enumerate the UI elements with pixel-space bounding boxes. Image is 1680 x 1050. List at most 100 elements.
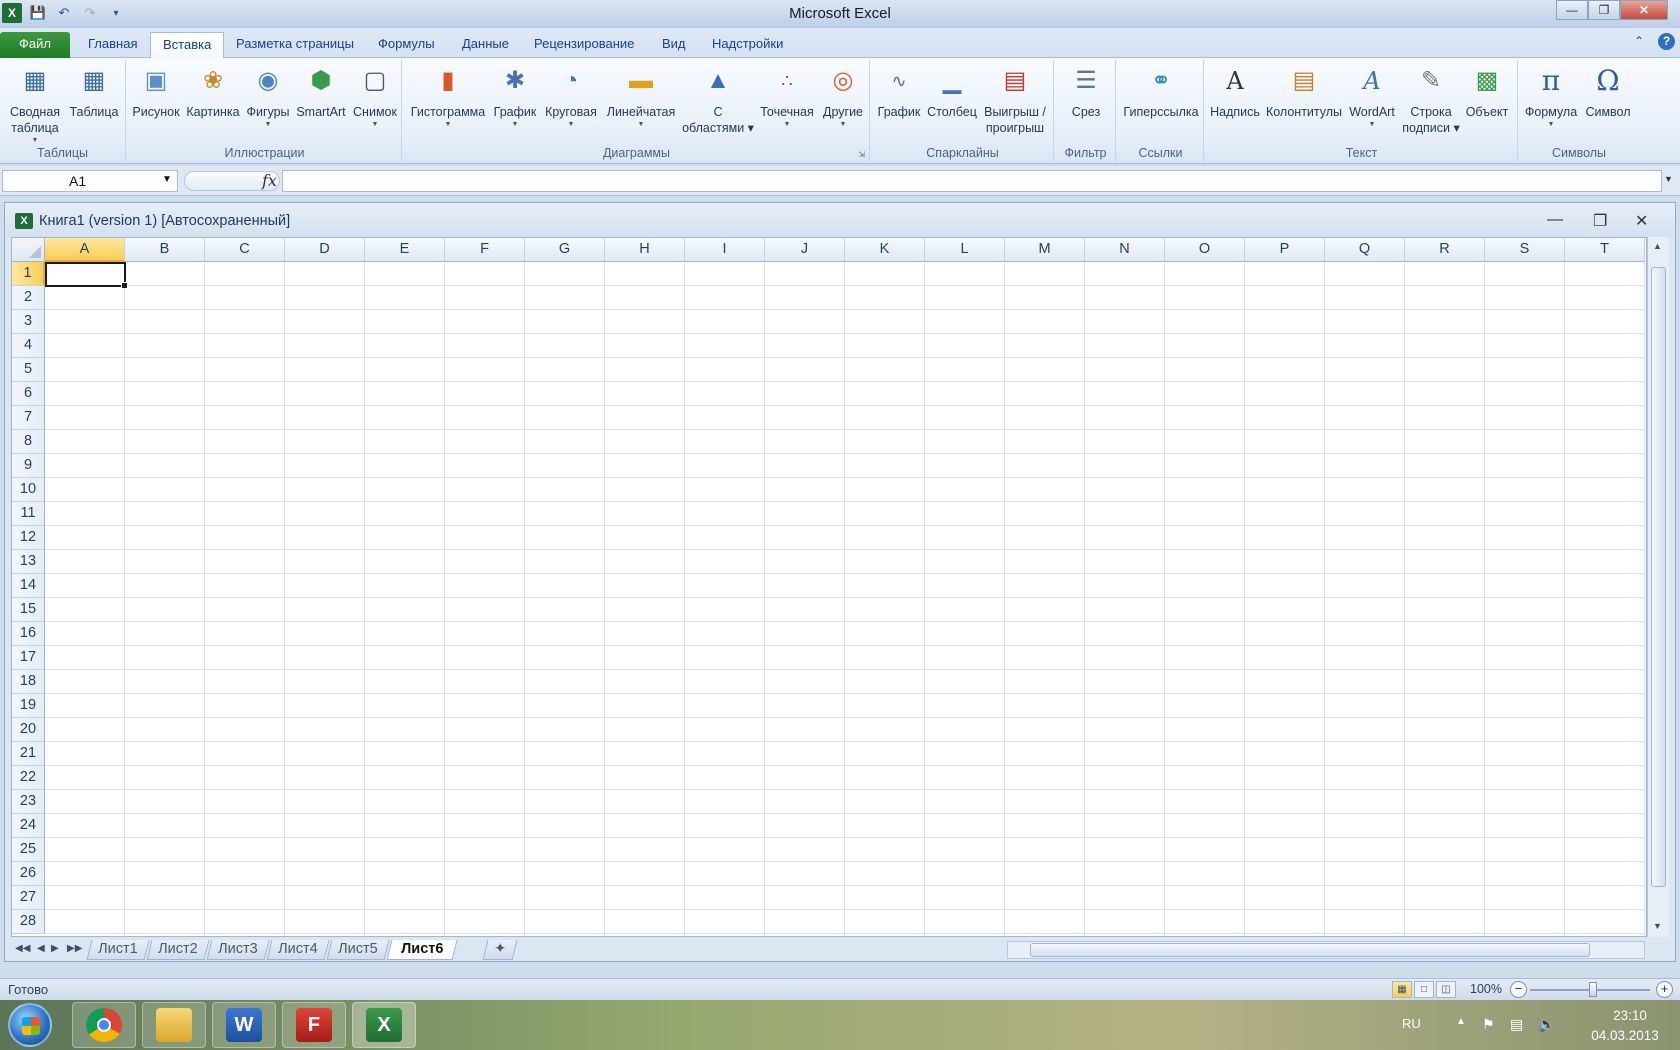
row-header-15[interactable]: 15 <box>12 598 45 622</box>
row-header-2[interactable]: 2 <box>12 286 45 310</box>
row-header-18[interactable]: 18 <box>12 670 45 694</box>
row-header-20[interactable]: 20 <box>12 718 45 742</box>
tab-review[interactable]: Рецензирование <box>522 32 646 58</box>
row-header-21[interactable]: 21 <box>12 742 45 766</box>
sheet-tab-5[interactable]: Лист5 <box>326 940 390 960</box>
column-header-g[interactable]: G <box>525 238 605 262</box>
tab-insert[interactable]: Вставка <box>150 32 225 58</box>
scroll-down-icon[interactable]: ▼ <box>1653 921 1662 931</box>
clock-date[interactable]: 04.03.2013 <box>1580 1028 1670 1043</box>
tab-home[interactable]: Главная <box>76 32 149 58</box>
column-header-d[interactable]: D <box>285 238 365 262</box>
sparkline-line-button[interactable]: ∿ График <box>874 62 924 120</box>
bar-chart-button[interactable]: ▬ Линейчатая ▼ <box>602 62 680 130</box>
name-box[interactable]: A1 <box>2 170 178 192</box>
row-header-23[interactable]: 23 <box>12 790 45 814</box>
minimize-button[interactable]: — <box>1556 0 1588 20</box>
tab-view[interactable]: Вид <box>650 32 698 58</box>
workbook-restore-button[interactable]: ❐ <box>1593 211 1607 231</box>
insert-function-button[interactable]: fx <box>262 171 277 190</box>
sparkline-column-button[interactable]: ▁ Столбец <box>924 62 980 120</box>
row-header-9[interactable]: 9 <box>12 454 45 478</box>
column-header-j[interactable]: J <box>765 238 845 262</box>
scroll-up-icon[interactable]: ▲ <box>1653 241 1662 251</box>
prev-sheet-icon[interactable]: ◀ <box>37 943 45 954</box>
network-icon[interactable]: ▤ <box>1510 1016 1523 1033</box>
tab-addins[interactable]: Надстройки <box>700 32 795 58</box>
row-header-10[interactable]: 10 <box>12 478 45 502</box>
column-header-s[interactable]: S <box>1485 238 1565 262</box>
other-charts-button[interactable]: ◎ Другие ▼ <box>818 62 868 130</box>
row-header-25[interactable]: 25 <box>12 838 45 862</box>
sheet-tab-1[interactable]: Лист1 <box>86 940 150 960</box>
help-icon[interactable]: ? <box>1658 33 1675 50</box>
row-header-16[interactable]: 16 <box>12 622 45 646</box>
start-button[interactable] <box>8 1003 52 1047</box>
tab-data[interactable]: Данные <box>450 32 521 58</box>
spreadsheet-grid[interactable]: ABCDEFGHIJKLMNOPQRST 1 2 3 4 5 6 7 8 9 10 11 12 13 14… <box>11 237 1647 937</box>
row-header-19[interactable]: 19 <box>12 694 45 718</box>
maximize-button[interactable]: ❐ <box>1588 0 1620 20</box>
tab-file[interactable]: Файл <box>0 32 70 58</box>
column-header-n[interactable]: N <box>1085 238 1165 262</box>
clock-time[interactable]: 23:10 <box>1590 1008 1670 1023</box>
symbol-button[interactable]: Ω Символ <box>1580 62 1636 120</box>
zoom-level[interactable]: 100% <box>1470 982 1502 996</box>
sheet-tab-3[interactable]: Лист3 <box>206 940 270 960</box>
vertical-scrollbar[interactable]: ▲ ▼ <box>1647 237 1669 937</box>
pivot-table-button[interactable]: ▦ Сводная таблица ▼ <box>4 62 66 146</box>
row-header-7[interactable]: 7 <box>12 406 45 430</box>
column-header-l[interactable]: L <box>925 238 1005 262</box>
row-header-28[interactable]: 28 <box>12 910 45 934</box>
column-header-a[interactable]: A <box>45 238 125 262</box>
area-chart-button[interactable]: ▲ С областями ▾ <box>680 62 756 136</box>
taskbar-excel[interactable]: X <box>352 1002 416 1048</box>
tab-formulas[interactable]: Формулы <box>366 32 447 58</box>
equation-button[interactable]: π Формула ▼ <box>1522 62 1580 130</box>
taskbar-app-red[interactable]: F <box>282 1002 346 1048</box>
column-header-h[interactable]: H <box>605 238 685 262</box>
taskbar-word[interactable]: W <box>212 1002 276 1048</box>
insert-sheet-icon[interactable]: ✦ <box>482 940 518 960</box>
column-header-b[interactable]: B <box>125 238 205 262</box>
action-center-flag-icon[interactable]: ⚑ <box>1482 1016 1495 1033</box>
page-layout-view-icon[interactable]: □ <box>1414 981 1434 998</box>
row-header-1[interactable]: 1 <box>12 262 45 286</box>
last-sheet-icon[interactable]: ▶▶ <box>67 943 82 954</box>
header-footer-button[interactable]: ▤ Колонтитулы <box>1264 62 1344 120</box>
scatter-chart-button[interactable]: ∴ Точечная ▼ <box>756 62 818 130</box>
first-sheet-icon[interactable]: ◀◀ <box>15 943 30 954</box>
formula-input[interactable] <box>282 170 1662 192</box>
sheet-tab-6[interactable]: Лист6 <box>386 940 458 960</box>
select-all-button[interactable] <box>12 238 45 262</box>
cells-area[interactable] <box>45 262 1645 936</box>
taskbar-chrome[interactable] <box>72 1002 136 1048</box>
line-chart-button[interactable]: ✱ График ▼ <box>490 62 540 130</box>
column-header-e[interactable]: E <box>365 238 445 262</box>
row-header-13[interactable]: 13 <box>12 550 45 574</box>
tab-page-layout[interactable]: Разметка страницы <box>224 32 366 58</box>
picture-button[interactable]: ▣ Рисунок <box>130 62 182 120</box>
textbox-button[interactable]: A Надпись <box>1208 62 1262 120</box>
row-header-12[interactable]: 12 <box>12 526 45 550</box>
active-cell-a1[interactable] <box>45 262 128 289</box>
horizontal-scrollbar[interactable] <box>1007 941 1645 959</box>
taskbar-explorer[interactable] <box>142 1002 206 1048</box>
row-header-14[interactable]: 14 <box>12 574 45 598</box>
sheet-tab-4[interactable]: Лист4 <box>266 940 330 960</box>
column-header-t[interactable]: T <box>1565 238 1645 262</box>
page-break-view-icon[interactable]: ◫ <box>1436 981 1456 998</box>
row-header-4[interactable]: 4 <box>12 334 45 358</box>
screenshot-button[interactable]: ▢ Снимок ▼ <box>350 62 400 130</box>
zoom-in-button[interactable]: + <box>1656 981 1673 998</box>
column-header-q[interactable]: Q <box>1325 238 1405 262</box>
row-header-11[interactable]: 11 <box>12 502 45 526</box>
language-indicator[interactable]: RU <box>1402 1016 1421 1031</box>
wordart-button[interactable]: A WordArt ▼ <box>1344 62 1400 130</box>
column-header-r[interactable]: R <box>1405 238 1485 262</box>
minimize-ribbon-icon[interactable]: ⌃ <box>1634 34 1644 48</box>
row-header-24[interactable]: 24 <box>12 814 45 838</box>
row-header-17[interactable]: 17 <box>12 646 45 670</box>
volume-icon[interactable]: 🔈 <box>1538 1016 1555 1033</box>
table-button[interactable]: ▦ Таблица <box>66 62 122 120</box>
